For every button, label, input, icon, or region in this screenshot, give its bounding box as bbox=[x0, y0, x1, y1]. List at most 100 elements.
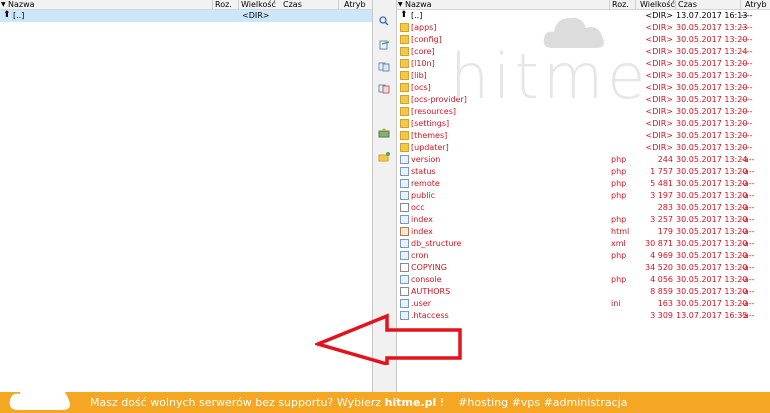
row-name: [apps] bbox=[411, 23, 437, 32]
table-row[interactable]: occ 283 30.05.2017 13:20 -a-- bbox=[397, 202, 770, 214]
row-time: 30.05.2017 13:20 bbox=[676, 71, 748, 80]
right-col-ext[interactable]: Roz. bbox=[612, 0, 629, 9]
table-row[interactable]: index php 3 257 30.05.2017 13:20 -a-- bbox=[397, 214, 770, 226]
row-name: cron bbox=[411, 251, 429, 260]
copy-icon[interactable] bbox=[378, 62, 390, 72]
row-attr: ---- bbox=[741, 95, 753, 104]
file-icon bbox=[400, 239, 409, 248]
table-row[interactable]: [themes] <DIR> 30.05.2017 13:20 ---- bbox=[397, 130, 770, 142]
left-col-ext[interactable]: Roz. bbox=[215, 0, 232, 9]
right-col-attr[interactable]: Atryb bbox=[745, 0, 767, 9]
row-attr: ---- bbox=[741, 83, 753, 92]
row-size: <DIR> bbox=[645, 107, 673, 116]
row-attr: -a-- bbox=[741, 239, 755, 248]
folder-icon bbox=[400, 131, 409, 140]
row-time: 30.05.2017 13:20 bbox=[676, 275, 748, 284]
row-time: 30.05.2017 13:20 bbox=[676, 119, 748, 128]
left-col-size[interactable]: Wielkość bbox=[241, 0, 276, 9]
table-row[interactable]: version php 244 30.05.2017 13:24 -a-- bbox=[397, 154, 770, 166]
row-size: <DIR> bbox=[645, 59, 673, 68]
table-row[interactable]: remote php 5 481 30.05.2017 13:20 -a-- bbox=[397, 178, 770, 190]
file-icon bbox=[400, 179, 409, 188]
row-ext: ini bbox=[611, 299, 621, 308]
row-time: 13.07.2017 16:35 bbox=[676, 311, 748, 320]
row-time: 30.05.2017 13:23 bbox=[676, 23, 748, 32]
row-size: 179 bbox=[657, 227, 673, 236]
row-size: 1 757 bbox=[650, 167, 673, 176]
table-row[interactable]: COPYING 34 520 30.05.2017 13:20 -a-- bbox=[397, 262, 770, 274]
row-size: <DIR> bbox=[645, 131, 673, 140]
table-row[interactable]: db_structure xml 30 871 30.05.2017 13:20 -a-… bbox=[397, 238, 770, 250]
row-attr: -a-- bbox=[741, 155, 755, 164]
row-size: 163 bbox=[657, 299, 673, 308]
row-attr: ---- bbox=[741, 143, 753, 152]
banner-brand[interactable]: hitme.pl bbox=[385, 396, 437, 409]
right-col-name[interactable]: Nazwa bbox=[405, 0, 432, 9]
banner-tags: #hosting #vps #administracja bbox=[458, 396, 628, 409]
table-row[interactable]: [settings] <DIR> 30.05.2017 13:20 ---- bbox=[397, 118, 770, 130]
table-row[interactable]: public php 3 197 30.05.2017 13:20 -a-- bbox=[397, 190, 770, 202]
row-name: [lib] bbox=[411, 71, 427, 80]
new-folder-icon[interactable] bbox=[378, 152, 390, 162]
row-size: 5 481 bbox=[650, 179, 673, 188]
folder-icon bbox=[400, 83, 409, 92]
table-row[interactable]: .user ini 163 30.05.2017 13:20 -a-- bbox=[397, 298, 770, 310]
row-time: 30.05.2017 13:20 bbox=[676, 239, 748, 248]
row-size: <DIR> bbox=[645, 23, 673, 32]
edit-icon[interactable] bbox=[378, 40, 390, 50]
row-time: 30.05.2017 13:20 bbox=[676, 143, 748, 152]
row-size: <DIR> bbox=[645, 119, 673, 128]
search-icon[interactable] bbox=[378, 16, 390, 26]
table-row[interactable]: status php 1 757 30.05.2017 13:20 -a-- bbox=[397, 166, 770, 178]
move-icon[interactable] bbox=[378, 84, 390, 94]
row-time: 30.05.2017 13:20 bbox=[676, 251, 748, 260]
left-col-name[interactable]: Nazwa bbox=[8, 0, 35, 9]
row-time: 30.05.2017 13:20 bbox=[676, 227, 748, 236]
row-time: 30.05.2017 13:20 bbox=[676, 35, 748, 44]
row-name: [l10n] bbox=[411, 59, 435, 68]
row-time: 30.05.2017 13:24 bbox=[676, 155, 748, 164]
row-name: remote bbox=[411, 179, 440, 188]
row-size: <DIR> bbox=[645, 143, 673, 152]
row-name: AUTHORS bbox=[411, 287, 451, 296]
row-size: 30 871 bbox=[645, 239, 673, 248]
right-col-size[interactable]: Wielkość bbox=[640, 0, 675, 9]
left-col-attr[interactable]: Atryb bbox=[344, 0, 366, 9]
row-ext: php bbox=[611, 215, 627, 224]
row-name: index bbox=[411, 227, 433, 236]
table-row[interactable]: console php 4 056 30.05.2017 13:20 -a-- bbox=[397, 274, 770, 286]
row-size: <DIR> bbox=[645, 95, 673, 104]
folder-icon bbox=[400, 35, 409, 44]
row-attr: -a-- bbox=[741, 263, 755, 272]
row-size: 4 969 bbox=[650, 251, 673, 260]
row-time: 30.05.2017 13:20 bbox=[676, 83, 748, 92]
row-ext: html bbox=[611, 227, 630, 236]
promo-banner[interactable]: Masz dość wolnych serwerów bez supportu?… bbox=[0, 392, 770, 413]
folder-icon bbox=[400, 95, 409, 104]
row-name: [themes] bbox=[411, 131, 448, 140]
sync-icon[interactable] bbox=[378, 128, 390, 138]
row-name: .user bbox=[411, 299, 431, 308]
row-attr: -a-- bbox=[741, 191, 755, 200]
row-attr: -a-- bbox=[741, 179, 755, 188]
row-size: <DIR> bbox=[645, 35, 673, 44]
table-row[interactable]: cron php 4 969 30.05.2017 13:20 -a-- bbox=[397, 250, 770, 262]
folder-icon bbox=[400, 107, 409, 116]
row-attr: -a-- bbox=[741, 311, 755, 320]
row-time: 30.05.2017 13:20 bbox=[676, 203, 748, 212]
row-attr: ---- bbox=[741, 119, 753, 128]
row-size: <DIR> bbox=[645, 47, 673, 56]
file-icon bbox=[400, 155, 409, 164]
row-attr: ---- bbox=[741, 11, 753, 20]
row-time: 30.05.2017 13:20 bbox=[676, 131, 748, 140]
folder-icon bbox=[400, 119, 409, 128]
row-size: <DIR> bbox=[645, 71, 673, 80]
table-row[interactable]: index html 179 30.05.2017 13:20 -a-- bbox=[397, 226, 770, 238]
table-row[interactable]: ⬆ [..] <DIR> bbox=[0, 10, 372, 22]
table-row[interactable]: [updater] <DIR> 30.05.2017 13:20 ---- bbox=[397, 142, 770, 154]
row-ext: php bbox=[611, 251, 627, 260]
right-col-time[interactable]: Czas bbox=[678, 0, 697, 9]
table-row[interactable]: AUTHORS 8 859 30.05.2017 13:20 -a-- bbox=[397, 286, 770, 298]
row-attr: -a-- bbox=[741, 167, 755, 176]
left-col-time[interactable]: Czas bbox=[283, 0, 302, 9]
